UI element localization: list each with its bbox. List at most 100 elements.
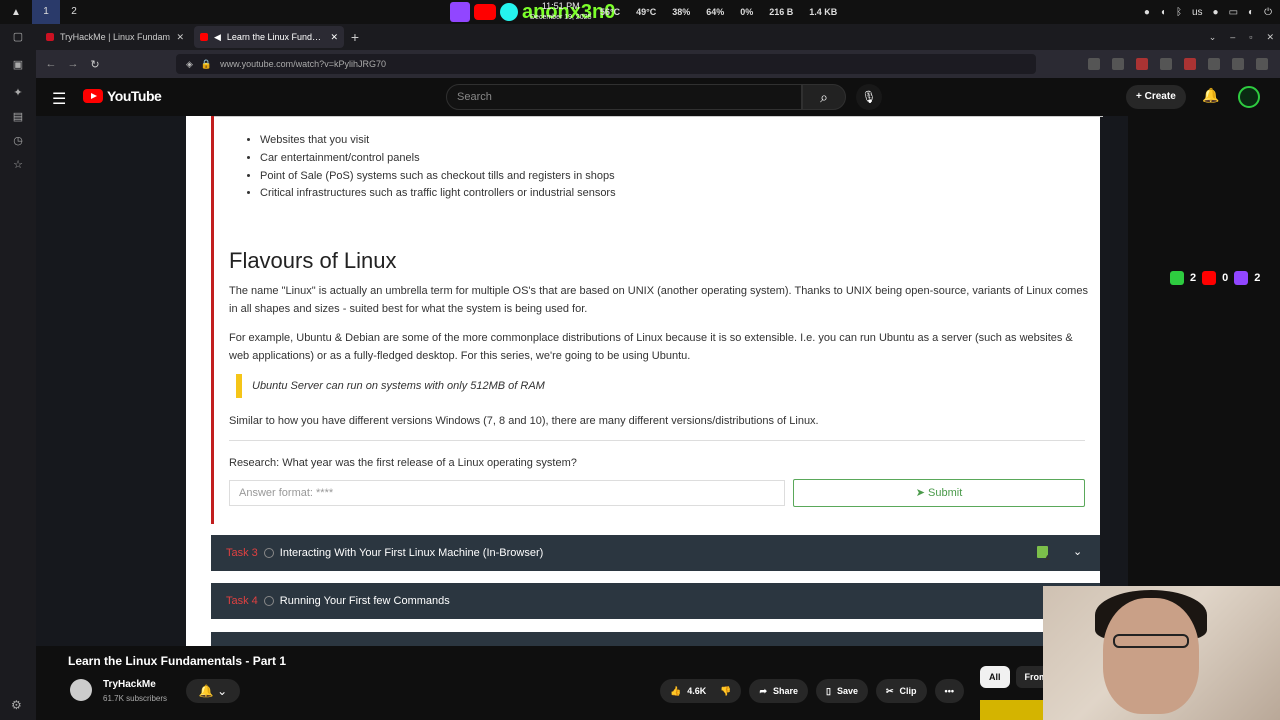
mic-tray-icon[interactable]: ● [1213, 7, 1219, 18]
avatar[interactable] [1238, 86, 1260, 108]
scissors-icon: ✂ [886, 686, 894, 696]
clip-button[interactable]: ✂ Clip [876, 679, 927, 703]
youtube-logo-text: YouTube [107, 88, 162, 104]
paragraph: The name "Linux" is actually an umbrella… [229, 285, 1088, 315]
task-status-icon [263, 596, 274, 606]
close-window-icon[interactable]: ✕ [1266, 32, 1274, 43]
answer-input[interactable]: Answer format: **** [229, 480, 785, 506]
bluetooth-icon[interactable]: ᛒ [1176, 7, 1182, 18]
video-player[interactable]: Websites that you visit Car entertainmen… [36, 116, 1128, 646]
browser-sidebar: ▢ ▣ ✦ ▤ ◷ ☆ [0, 24, 36, 720]
submit-label: Submit [928, 487, 963, 499]
youtube-play-icon [83, 89, 103, 103]
submit-button[interactable]: ➤ Submit [793, 479, 1085, 507]
tiktok-viewers-icon [1170, 271, 1184, 285]
youtube-viewers-icon [1202, 271, 1217, 285]
divider [214, 116, 1103, 117]
menu-icon[interactable] [1256, 58, 1268, 70]
extension-icon[interactable] [1208, 58, 1220, 70]
locale-label[interactable]: us [1192, 7, 1203, 18]
sidebar-history-icon[interactable]: ◷ [0, 128, 36, 152]
user-icon[interactable]: ● [1144, 7, 1150, 18]
url-text[interactable]: www.youtube.com/watch?v=kPylihJRG70 [220, 59, 386, 69]
display-icon[interactable]: ▭ [1229, 7, 1238, 18]
sidebar-bookmarks-icon[interactable]: ☆ [0, 152, 36, 176]
profile-icon[interactable] [1232, 58, 1244, 70]
youtube-logo[interactable]: YouTube [83, 88, 162, 104]
task-card: Websites that you visit Car entertainmen… [211, 116, 1103, 524]
chevron-down-icon[interactable]: ⌄ [1073, 545, 1082, 558]
clock[interactable]: 11:51 PM December 19, 2025 [530, 0, 591, 24]
subscribed-button[interactable]: 🔔 ⌄ [186, 679, 240, 703]
reload-icon[interactable]: ↻ [84, 58, 106, 71]
clip-label: Clip [899, 686, 917, 696]
sidebar-extension-icon[interactable]: ✦ [0, 80, 36, 104]
notifications-bell-icon[interactable]: 🔔 [1202, 87, 1219, 104]
subscriber-count: 61.7K subscribers [103, 694, 168, 703]
settings-gear-icon[interactable]: ⚙ [11, 698, 22, 712]
extension-icon[interactable] [1112, 58, 1124, 70]
close-icon[interactable]: ✕ [176, 32, 184, 43]
task-title: Running Your First few Commands [279, 595, 450, 607]
list-item: Car entertainment/control panels [260, 150, 616, 168]
list-item: Point of Sale (PoS) systems such as chec… [260, 168, 616, 186]
video-frame-content: Websites that you visit Car entertainmen… [186, 116, 1103, 646]
sidebar-notes-icon[interactable]: ▤ [0, 104, 36, 128]
create-label: Create [1144, 91, 1176, 102]
tab-youtube[interactable]: ◀ Learn the Linux Fundam ✕ [194, 26, 344, 48]
channel-avatar[interactable] [70, 679, 92, 701]
thumbs-down-icon[interactable]: 👎 [720, 679, 731, 703]
close-icon[interactable]: ✕ [330, 32, 338, 43]
volume-icon[interactable]: ◖ [1160, 7, 1166, 18]
audio-icon[interactable]: ◀ [214, 32, 221, 43]
bell-icon: 🔔 [198, 684, 214, 698]
filter-chip-all[interactable]: All [980, 666, 1010, 688]
hamburger-menu-icon[interactable]: ☰ [52, 89, 66, 109]
save-button[interactable]: ▯ Save [816, 679, 868, 703]
task-header-3[interactable]: Task 3 Interacting With Your First Linux… [211, 535, 1100, 571]
workspace-1[interactable]: 1 [32, 0, 60, 24]
channel-name[interactable]: TryHackMe [103, 679, 156, 690]
stream-viewer-counts: 2 0 2 [1170, 268, 1260, 288]
back-icon[interactable]: ← [40, 58, 62, 70]
extension-icon[interactable] [1136, 58, 1148, 70]
more-actions-button[interactable]: ••• [934, 679, 964, 703]
os-logo-icon: ▲ [11, 6, 21, 18]
system-tray: ● ◖ ᛒ us ● ▭ ◐ ⏻ [1144, 0, 1272, 24]
task-header-4[interactable]: Task 4 Running Your First few Commands [211, 583, 1100, 619]
recommendation-thumbnail[interactable] [980, 700, 1044, 720]
task-title: Interacting With Your First Linux Machin… [279, 547, 544, 559]
video-title: Learn the Linux Fundamentals - Part 1 [68, 654, 287, 668]
forward-icon[interactable]: → [62, 58, 84, 70]
new-tab-button[interactable]: + [344, 29, 366, 45]
sidebar-tabs-icon[interactable]: ▢ [0, 24, 36, 48]
tab-tryhackme[interactable]: TryHackMe | Linux Fundam ✕ [40, 26, 190, 48]
youtube-icon [474, 4, 496, 20]
extension-icon[interactable] [1184, 58, 1196, 70]
create-button[interactable]: + Create [1126, 85, 1186, 109]
tryhackme-favicon-icon [46, 33, 54, 41]
more-icon: ••• [944, 686, 954, 696]
stat-cpu-temp: 56°C [600, 7, 621, 17]
tab-list-icon[interactable]: ⌄ [1209, 32, 1217, 43]
voice-search-button[interactable]: 🎙 [856, 84, 882, 110]
battery-icon[interactable]: ◐ [1248, 7, 1254, 18]
lock-icon[interactable]: 🔒 [201, 59, 212, 70]
paragraph: For example, Ubuntu & Debian are some of… [229, 332, 1073, 362]
shield-icon[interactable]: ◈ [186, 59, 193, 70]
search-input[interactable]: Search [446, 84, 802, 110]
share-button[interactable]: ➦ Share [749, 679, 809, 703]
share-icon: ➦ [759, 686, 767, 696]
like-button[interactable]: 👍 4.6K 👎 [660, 679, 742, 703]
power-icon[interactable]: ⏻ [1264, 7, 1272, 18]
sidebar-panel-icon[interactable]: ▣ [0, 52, 36, 76]
minimize-icon[interactable]: – [1230, 32, 1235, 42]
search-icon: ⌕ [820, 89, 828, 105]
search-button[interactable]: ⌕ [802, 84, 846, 110]
maximize-icon[interactable]: ▫ [1249, 32, 1252, 42]
extension-icon[interactable] [1160, 58, 1172, 70]
workspace-2[interactable]: 2 [60, 0, 88, 24]
address-bar[interactable]: ◈ 🔒 www.youtube.com/watch?v=kPylihJRG70 [176, 54, 1036, 74]
clock-time: 11:51 PM [541, 1, 580, 11]
extension-icon[interactable] [1088, 58, 1100, 70]
